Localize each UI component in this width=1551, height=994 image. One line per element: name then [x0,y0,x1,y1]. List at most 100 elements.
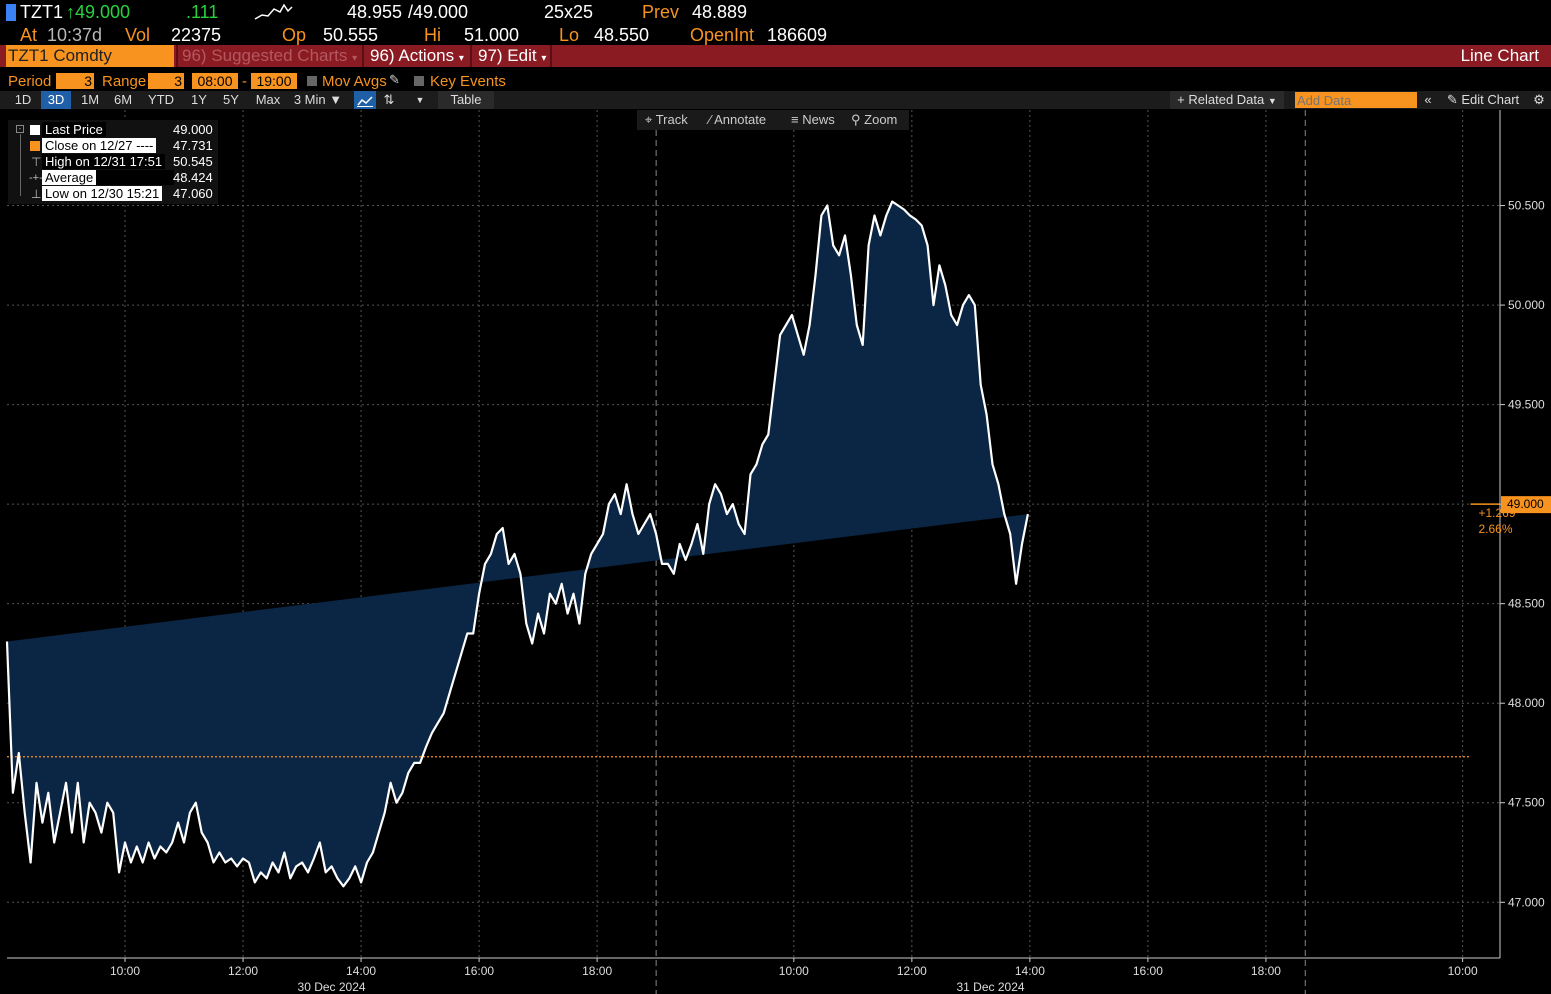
range-tabs-row: 1D 3D 1M 6M YTD 1Y 5Y Max 3 Min ▼ ⇅ ▼ Ta… [0,91,1551,109]
bar-chart-icon[interactable]: ⇅ [380,91,398,109]
orange-swatch-icon [30,141,40,151]
bid: 48.955 [347,2,403,22]
tab-1y[interactable]: 1Y [184,91,214,109]
related-data-button[interactable]: + Related Data ▼ [1170,91,1284,109]
chevron-down-icon: ▾ [458,53,464,64]
add-data-input[interactable] [1295,92,1417,108]
quote-time: 10:37d [47,25,103,45]
legend: - Last Price 49.000 Close on 12/27 ---- … [8,120,218,204]
line-chart-icon[interactable] [354,91,376,109]
legend-label-fill [96,170,174,185]
mov-avgs-checkbox[interactable] [307,76,317,86]
chart-style-dropdown[interactable]: ▼ [410,91,430,109]
legend-value: 48.424 [173,170,213,185]
edit-chart-label: Edit Chart [1461,92,1520,107]
edit-chart-button[interactable]: ✎ Edit Chart [1440,91,1526,109]
legend-row-low[interactable]: ⊥ Low on 12/30 15:21 47.060 [14,186,214,202]
x-tick-label: 14:00 [1015,964,1045,978]
price-chart[interactable]: 47.000 47.500 48.000 48.500 49.000 49.500 50.0… [0,110,1551,994]
change-abs-label: +1.269 [1478,506,1515,520]
key-events-label[interactable]: Key Events [430,73,506,90]
news-icon: ≡ [791,112,799,127]
x-tick-label: 14:00 [346,964,376,978]
tab-ytd[interactable]: YTD [143,91,179,109]
low-value: 48.550 [594,25,650,45]
x-tick-label: 10:00 [1448,964,1478,978]
start-time-field[interactable]: 08:00 [192,73,238,89]
x-tick-label: 10:00 [779,964,809,978]
actions-button[interactable]: 96) Actions ▾ [370,45,464,67]
news-button[interactable]: ≡ News [791,110,835,130]
period-field[interactable]: 3 [56,73,94,89]
open-value: 50.555 [323,25,379,45]
chevron-down-icon: ▾ [541,53,547,64]
y-tick-label: 50.500 [1508,199,1545,213]
prev-value: 48.889 [692,2,748,22]
tab-6m[interactable]: 6M [108,91,138,109]
net-change: .111 [186,2,219,22]
high-value: 51.000 [464,25,520,45]
y-tick-label: 47.500 [1508,796,1545,810]
collapse-icon[interactable]: « [1420,91,1436,109]
tab-5y[interactable]: 5Y [216,91,246,109]
ticker-marker [6,4,16,21]
average-marker-icon: -+- [29,172,43,184]
vol-label: Vol [125,25,151,45]
legend-label: Close on 12/27 ---- [42,138,157,153]
range-field[interactable]: 3 [148,73,184,89]
x-tick-label: 16:00 [1133,964,1163,978]
security-field[interactable]: TZT1 Comdty [6,45,174,67]
price-area [7,201,1028,887]
ask: /49.000 [408,2,469,22]
end-time-field[interactable]: 19:00 [251,73,297,89]
change-pct-label: 2.66% [1478,522,1512,536]
y-tick-label: 49.500 [1508,398,1545,412]
actions-label: 96) Actions [370,46,455,65]
at-label: At [20,25,38,45]
x-tick-label: 18:00 [582,964,612,978]
legend-row-average[interactable]: -+- Average 48.424 [14,170,214,186]
chart-tools: ⌖ Track ∕ Annotate ≡ News ⚲ Zoom [637,110,909,130]
legend-label: Last Price [42,122,106,137]
legend-row-high[interactable]: ⊤ High on 12/31 17:51 50.545 [14,154,214,170]
gear-icon[interactable]: ⚙ [1530,91,1548,109]
chevron-down-icon: ▼ [1267,96,1277,106]
edit-label: 97) Edit [478,46,537,65]
legend-value: 47.060 [173,186,213,201]
high-marker-icon: ⊤ [31,155,42,169]
table-button[interactable]: Table [438,91,494,109]
edit-button[interactable]: 97) Edit ▾ [478,45,546,67]
day-label: 30 Dec 2024 [298,980,366,994]
x-axis: 10:00 12:00 14:00 16:00 18:00 10:00 12:00 14:00… [7,957,1500,994]
range-label: Range [102,73,147,90]
legend-label: Average [42,170,97,185]
legend-row-close[interactable]: Close on 12/27 ---- 47.731 [14,138,214,154]
annotate-label: Annotate [714,112,767,127]
pencil-icon: ✎ [1446,92,1458,107]
low-label: Lo [559,25,580,45]
x-tick-label: 16:00 [464,964,494,978]
open-interest-label: OpenInt [690,25,755,45]
chart-type-title: Line Chart [1460,46,1539,65]
pencil-icon[interactable]: ✎ [389,72,400,88]
tab-max[interactable]: Max [251,91,285,109]
interval-select[interactable]: 3 Min ▼ [290,91,346,109]
zoom-label: Zoom [864,112,898,127]
x-tick-label: 12:00 [897,964,927,978]
tab-1d[interactable]: 1D [8,91,38,109]
mov-avgs-label[interactable]: Mov Avgs [322,73,387,90]
tab-1m[interactable]: 1M [75,91,105,109]
toolbar-divider [470,45,472,67]
low-marker-icon: ⊥ [31,187,42,201]
x-tick-label: 10:00 [110,964,140,978]
track-button[interactable]: ⌖ Track [645,110,688,130]
tab-3d[interactable]: 3D [41,91,71,109]
key-events-checkbox[interactable] [414,76,424,86]
legend-row-last[interactable]: Last Price 49.000 [14,122,214,138]
zoom-button[interactable]: ⚲ Zoom [851,110,897,130]
annotate-button[interactable]: ∕ Annotate [709,110,766,130]
y-tick-label: 48.000 [1508,696,1545,710]
suggested-charts-button[interactable]: 96) Suggested Charts ▾ [182,45,357,67]
last-price: ↑49.000 [66,2,131,22]
y-tick-label: 47.000 [1508,895,1545,909]
